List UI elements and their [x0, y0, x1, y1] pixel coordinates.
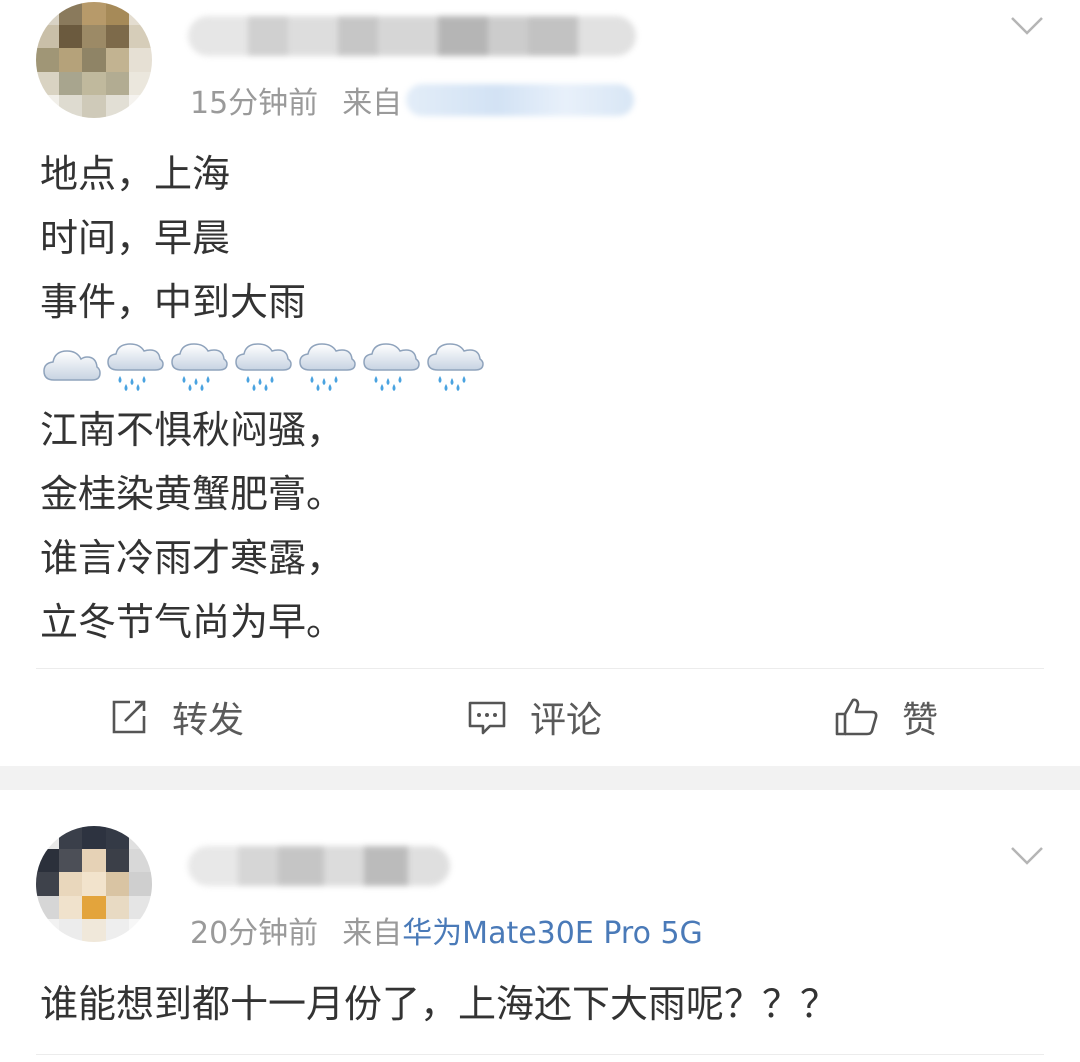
post-time: 15分钟前	[190, 86, 319, 121]
content-line: 地点，上海	[40, 152, 231, 196]
username-redacted[interactable]	[188, 16, 636, 56]
post-content: 地点，上海 时间，早晨 事件，中到大雨 江南不惧秋闷骚， 金桂染黄蟹肥膏。 谁言…	[40, 142, 486, 654]
content-line: 谁言冷雨才寒露，	[40, 536, 345, 580]
rain-cloud-icon	[363, 343, 420, 391]
comment-button[interactable]: 评论	[466, 692, 602, 742]
post-meta: 15分钟前 来自	[190, 78, 635, 122]
chevron-down-icon[interactable]	[1010, 846, 1044, 866]
username-redacted[interactable]	[188, 846, 450, 886]
post-content: 谁能想到都十一月份了，上海还下大雨呢？？？	[40, 972, 838, 1036]
cloud-icon	[43, 350, 101, 381]
rain-cloud-icon	[427, 343, 484, 391]
content-line: 江南不惧秋闷骚，	[40, 408, 345, 452]
comment-label: 评论	[530, 700, 603, 741]
rain-cloud-icon	[171, 343, 228, 391]
rain-cloud-icon	[235, 343, 292, 391]
content-line: 立冬节气尚为早。	[40, 600, 345, 644]
post-time: 20分钟前	[190, 916, 319, 951]
divider	[36, 1054, 1044, 1055]
post-meta: 20分钟前 来自 华为Mate30E Pro 5G	[190, 908, 703, 952]
comment-icon	[468, 701, 506, 735]
post-card: 15分钟前 来自 地点，上海 时间，早晨 事件，中到大雨 江南不惧秋闷骚， 金桂…	[0, 0, 1080, 766]
content-line: 事件，中到大雨	[40, 280, 307, 324]
content-line: 时间，早晨	[40, 216, 231, 260]
content-line: 谁能想到都十一月份了，上海还下大雨呢？？？	[40, 982, 839, 1026]
divider	[36, 668, 1044, 669]
rain-cloud-icon	[107, 343, 164, 391]
chevron-down-icon[interactable]	[1010, 16, 1044, 36]
avatar[interactable]	[36, 826, 152, 942]
rain-cloud-icon	[299, 343, 356, 391]
source-device-link[interactable]: 华为Mate30E Pro 5G	[402, 908, 703, 952]
repost-icon	[112, 700, 146, 734]
source-prefix: 来自	[342, 916, 403, 951]
repost-label: 转发	[172, 700, 245, 741]
post-separator	[0, 766, 1080, 790]
repost-button[interactable]: 转发	[108, 692, 244, 742]
content-line: 金桂染黄蟹肥膏。	[40, 472, 345, 516]
weather-emoji-row	[40, 334, 486, 398]
like-button[interactable]: 赞	[834, 692, 938, 742]
source-redacted[interactable]	[406, 84, 635, 116]
source-prefix: 来自	[342, 86, 403, 121]
avatar[interactable]	[36, 2, 152, 118]
thumbs-up-icon	[835, 698, 878, 736]
like-label: 赞	[902, 700, 939, 741]
